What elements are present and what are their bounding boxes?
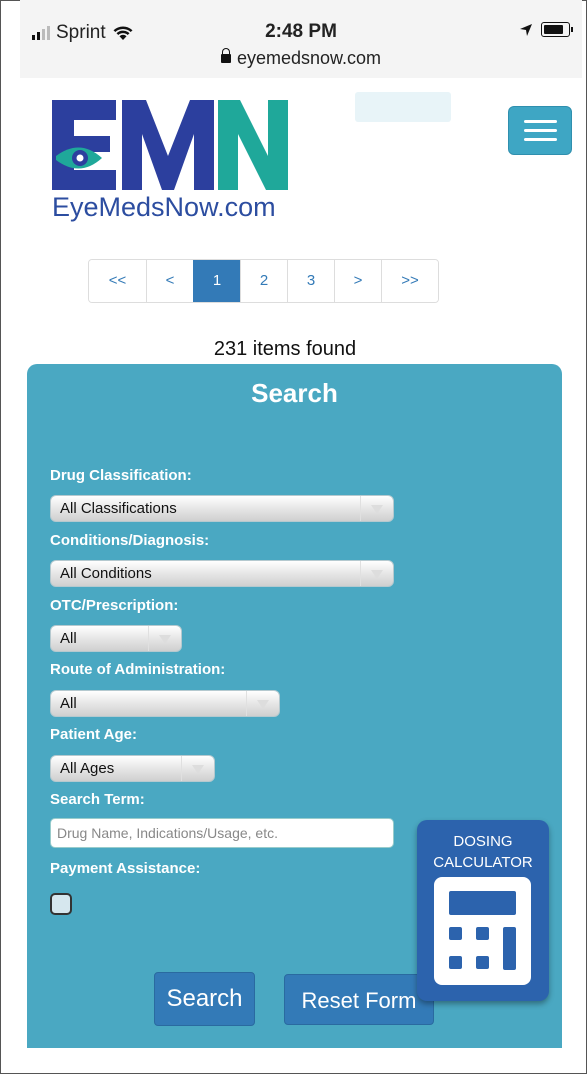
page-1-button[interactable]: 1 <box>193 260 240 302</box>
payment-assistance-label: Payment Assistance: <box>50 860 201 877</box>
chevron-down-icon <box>246 691 279 716</box>
conditions-select[interactable]: All Conditions <box>50 560 394 587</box>
first-page-button[interactable]: << <box>89 260 146 302</box>
dosing-calculator-label: DOSING CALCULATOR <box>417 831 549 873</box>
address-bar[interactable]: eyemedsnow.com <box>20 47 582 69</box>
route-select[interactable]: All <box>50 690 280 717</box>
dosing-label-line2: CALCULATOR <box>433 854 533 871</box>
drug-classification-select[interactable]: All Classifications <box>50 495 394 522</box>
search-term-label: Search Term: <box>50 791 145 808</box>
last-page-button[interactable]: >> <box>381 260 438 302</box>
route-value: All <box>60 695 77 712</box>
otc-prescription-select[interactable]: All <box>50 625 182 652</box>
search-title: Search <box>251 378 338 408</box>
pagination: << < 1 2 3 > >> <box>88 259 439 303</box>
location-arrow-icon <box>520 23 532 36</box>
dosing-calculator-button[interactable]: DOSING CALCULATOR <box>417 820 549 1001</box>
next-page-button[interactable]: > <box>334 260 381 302</box>
conditions-label: Conditions/Diagnosis: <box>50 532 210 549</box>
status-icons <box>519 22 573 37</box>
faded-background-button <box>355 92 451 122</box>
url-text: eyemedsnow.com <box>236 48 382 68</box>
clock: 2:48 PM <box>265 21 337 42</box>
dosing-label-line1: DOSING <box>453 833 513 850</box>
page-2-button[interactable]: 2 <box>240 260 287 302</box>
otc-prescription-value: All <box>60 630 77 647</box>
chevron-down-icon <box>181 756 214 781</box>
calculator-icon <box>434 877 531 985</box>
patient-age-value: All Ages <box>60 760 115 777</box>
patient-age-select[interactable]: All Ages <box>50 755 215 782</box>
route-label: Route of Administration: <box>50 661 226 678</box>
battery-icon <box>541 22 573 37</box>
logo-text: EyeMedsNow.com <box>52 192 276 222</box>
chevron-down-icon <box>360 561 393 586</box>
prev-page-button[interactable]: < <box>146 260 193 302</box>
conditions-value: All Conditions <box>60 565 152 582</box>
patient-age-label: Patient Age: <box>50 726 137 743</box>
reset-form-button[interactable]: Reset Form <box>284 974 434 1025</box>
results-count: 231 items found <box>213 338 357 360</box>
status-bar: Sprint 2:48 PM eyemedsnow.com <box>20 0 582 78</box>
chevron-down-icon <box>148 626 181 651</box>
chevron-down-icon <box>360 496 393 521</box>
page-3-button[interactable]: 3 <box>287 260 334 302</box>
search-button[interactable]: Search <box>154 972 255 1026</box>
hamburger-menu-button[interactable] <box>508 106 572 155</box>
otc-prescription-label: OTC/Prescription: <box>50 597 179 614</box>
drug-classification-value: All Classifications <box>60 500 177 517</box>
search-term-input[interactable]: Drug Name, Indications/Usage, etc. <box>50 818 394 848</box>
lock-icon <box>220 47 231 63</box>
drug-classification-label: Drug Classification: <box>50 467 192 484</box>
payment-assistance-checkbox[interactable] <box>50 893 72 915</box>
